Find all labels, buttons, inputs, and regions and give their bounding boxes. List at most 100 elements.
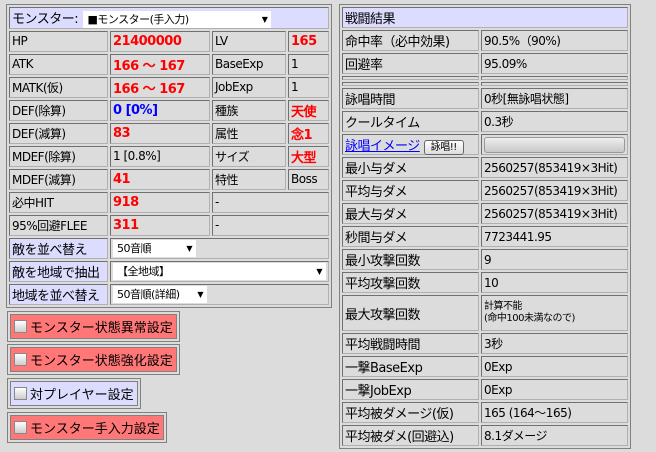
stat-value-2: 165 [288, 30, 329, 52]
stat-row: MATK(仮) 166 ～ 167 JobExp 1 [9, 76, 329, 98]
result-value: 0.3秒 [481, 111, 628, 132]
max-attacks-v2: (命中100未満なので) [484, 313, 575, 324]
chant-progress-bar [484, 136, 625, 153]
pvp-setting[interactable]: 対プレイヤー設定 [7, 378, 141, 409]
max-attacks-value: 計算不能 (命中100未満なので) [481, 295, 628, 331]
result-row: 秒間与ダメ 7723441.95 [342, 226, 628, 247]
result-label: 最小攻撃回数 [342, 249, 479, 270]
result-row: 平均攻撃回数 10 [342, 272, 628, 293]
status-abnormal-setting[interactable]: モンスター状態異常設定 [7, 311, 180, 342]
sort-area-value: 50音順(詳細) [117, 288, 180, 301]
hit-label: 必中HIT [9, 191, 108, 213]
sort-enemy-select[interactable]: 50音順 ▼ [113, 239, 196, 257]
stat-row: DEF(除算) 0 [0%] 種族 天使 [9, 99, 329, 121]
hit-value: 918 [110, 191, 210, 213]
flee-extra: - [212, 214, 329, 236]
stat-label: DEF(除算) [9, 99, 108, 121]
result-label: 平均被ダメージ(仮) [342, 402, 479, 423]
sort-enemy-label: 敵を並べ替え [9, 237, 108, 259]
result-label: 命中率（必中効果) [342, 30, 479, 51]
monster-select[interactable]: ■モンスター(手入力) ▼ [83, 10, 272, 28]
stat-row: HP 21400000 LV 165 [9, 30, 329, 52]
result-label: 平均与ダメ [342, 180, 479, 201]
stat-label-2: LV [212, 30, 286, 52]
result-value: 7723441.95 [481, 226, 628, 247]
result-label: 最小与ダメ [342, 157, 479, 178]
battle-result-table: 戦闘結果 命中率（必中効果) 90.5%（90%) 回避率 95.09% 詠唱時間 0秒… [339, 4, 631, 449]
chant-image-cell: 詠唱イメージ 詠唱!! [342, 134, 479, 155]
stat-label-2: BaseExp [212, 53, 286, 75]
stat-value-2: Boss [288, 168, 329, 190]
checkbox[interactable] [14, 353, 27, 366]
result-row: 一撃JobExp 0Exp [342, 379, 628, 400]
stat-label: ATK [9, 53, 108, 75]
checkbox[interactable] [14, 421, 27, 434]
stat-value: 41 [110, 168, 210, 190]
stat-value-2: 天使 [288, 99, 329, 121]
result-label: 秒間与ダメ [342, 226, 479, 247]
max-attacks-v1: 計算不能 [484, 301, 523, 312]
result-label: クールタイム [342, 111, 479, 132]
result-row: 命中率（必中効果) 90.5%（90%) [342, 30, 628, 51]
result-value: 165 (164～165) [481, 402, 628, 423]
stat-value-2: 1 [288, 76, 329, 98]
setting-label: モンスター状態異常設定 [30, 321, 173, 336]
stat-value-2: 大型 [288, 145, 329, 167]
stat-row: DEF(減算) 83 属性 念1 [9, 122, 329, 144]
chevron-down-icon: ▼ [261, 14, 268, 24]
battle-result-title: 戦闘結果 [342, 7, 628, 28]
stat-value: 166 ～ 167 [110, 53, 210, 75]
result-row: 平均被ダメージ(仮) 165 (164～165) [342, 402, 628, 423]
stat-label-2: 特性 [212, 168, 286, 190]
max-attacks-label: 最大攻撃回数 [342, 295, 479, 331]
monster-label: モンスター: [12, 12, 79, 27]
stat-value-2: 念1 [288, 122, 329, 144]
stat-label: HP [9, 30, 108, 52]
flee-label: 95%回避FLEE [9, 214, 108, 236]
result-value: 2560257(853419×3Hit) [481, 157, 628, 178]
result-value: 95.09% [481, 53, 628, 74]
manual-input-setting[interactable]: モンスター手入力設定 [7, 412, 167, 443]
stat-value: 83 [110, 122, 210, 144]
stat-label: DEF(減算) [9, 122, 108, 144]
setting-label: モンスター手入力設定 [30, 422, 160, 437]
result-row: 平均与ダメ 2560257(853419×3Hit) [342, 180, 628, 201]
checkbox[interactable] [14, 320, 27, 333]
chant-image-link[interactable]: 詠唱イメージ [345, 139, 420, 154]
stat-label: MDEF(除算) [9, 145, 108, 167]
stat-value: 166 ～ 167 [110, 76, 210, 98]
checkbox[interactable] [14, 387, 27, 400]
result-row: 詠唱時間 0秒[無詠唱状態] [342, 88, 628, 109]
chant-button[interactable]: 詠唱!! [423, 140, 464, 155]
result-value: 0Exp [481, 356, 628, 377]
stat-label-2: 属性 [212, 122, 286, 144]
result-row: 最小与ダメ 2560257(853419×3Hit) [342, 157, 628, 178]
monster-select-row: モンスター: ■モンスター(手入力) ▼ [9, 7, 329, 29]
result-value: 0秒[無詠唱状態] [481, 88, 628, 109]
result-label: 一撃BaseExp [342, 356, 479, 377]
setting-label: モンスター状態強化設定 [30, 354, 173, 369]
stat-label-2: サイズ [212, 145, 286, 167]
stat-label: MATK(仮) [9, 76, 108, 98]
hit-extra: - [212, 191, 329, 213]
sort-area-label: 地域を並べ替え [9, 283, 108, 305]
filter-area-select[interactable]: 【全地域】 ▼ [113, 262, 326, 280]
result-label: 一撃JobExp [342, 379, 479, 400]
result-value: 3秒 [481, 333, 628, 354]
result-label: 詠唱時間 [342, 88, 479, 109]
stat-value: 0 [0%] [110, 99, 210, 121]
result-value: 90.5%（90%) [481, 30, 628, 51]
status-buff-setting[interactable]: モンスター状態強化設定 [7, 344, 180, 375]
filter-area-label: 敵を地域で抽出 [9, 260, 108, 282]
chevron-down-icon: ▼ [316, 266, 322, 276]
stat-label-2: 種族 [212, 99, 286, 121]
result-value: 2560257(853419×3Hit) [481, 203, 628, 224]
result-row: 平均被ダメ(回避込) 8.1ダメージ [342, 425, 628, 446]
result-value: 10 [481, 272, 628, 293]
result-label: 平均被ダメ(回避込) [342, 425, 479, 446]
sort-area-select[interactable]: 50音順(詳細) ▼ [113, 285, 207, 303]
result-row: 一撃BaseExp 0Exp [342, 356, 628, 377]
result-label: 最大与ダメ [342, 203, 479, 224]
result-value: 2560257(853419×3Hit) [481, 180, 628, 201]
setting-label: 対プレイヤー設定 [30, 388, 134, 403]
